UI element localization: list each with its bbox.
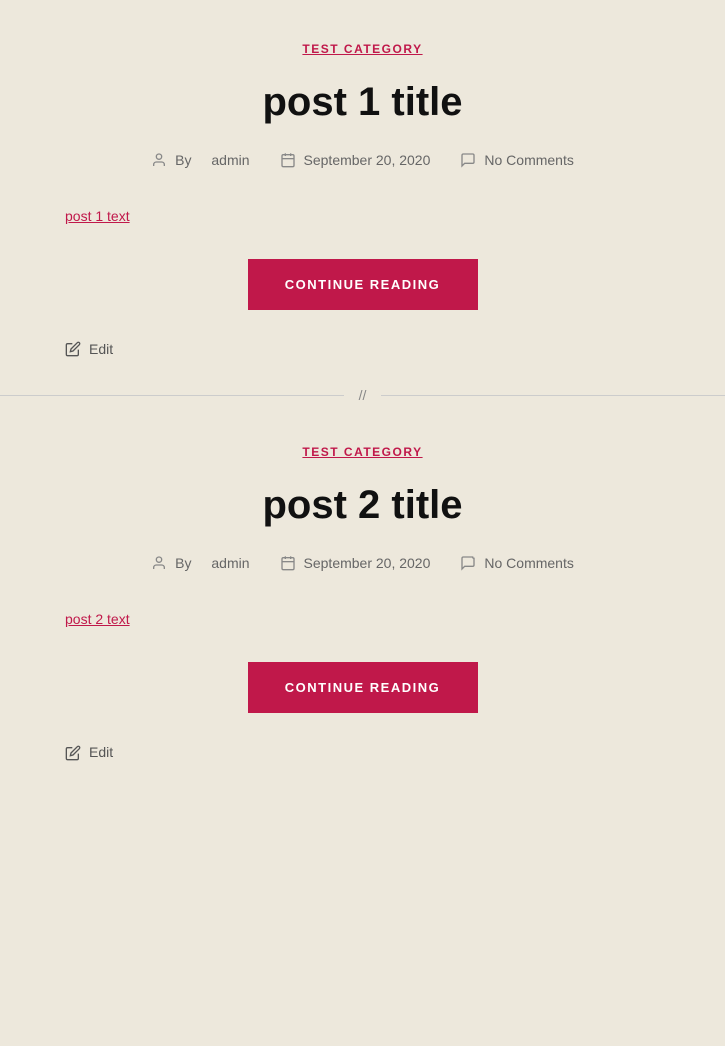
post-2-title: post 2 title [65,481,660,529]
divider-text: // [344,387,382,403]
post-1-excerpt: post 1 text [65,208,660,224]
edit-icon [65,340,81,357]
post-2-author-item: By admin [151,554,249,571]
post-1-comments: No Comments [484,152,573,168]
post-1-edit[interactable]: Edit [65,340,660,357]
calendar-icon [280,151,296,168]
post-divider: // [0,387,725,403]
post-1-category-link[interactable]: TEST CATEGORY [302,42,422,56]
post-2-comments: No Comments [484,555,573,571]
post-2-continue-reading-button[interactable]: CONTINUE READING [248,662,478,713]
post-2-date-item: September 20, 2020 [280,554,431,571]
comment-icon-2 [460,554,476,571]
post-2-date: September 20, 2020 [304,555,431,571]
divider-line-left [0,395,344,396]
post-2-author-prefix: By [175,555,191,571]
comment-icon [460,151,476,168]
post-2-author[interactable]: admin [211,555,249,571]
posts-container: TEST CATEGORY post 1 title By admin [0,0,725,791]
post-2-edit[interactable]: Edit [65,743,660,760]
post-1-edit-label[interactable]: Edit [89,341,113,357]
post-1-date-item: September 20, 2020 [280,151,431,168]
divider-line-right [381,395,725,396]
calendar-icon-2 [280,554,296,571]
post-2-meta: By admin September 20, 2020 [65,554,660,571]
post-2-excerpt: post 2 text [65,611,660,627]
post-article-2: TEST CATEGORY post 2 title By admin [0,403,725,790]
post-2-category[interactable]: TEST CATEGORY [65,443,660,461]
post-2-edit-label[interactable]: Edit [89,744,113,760]
post-article-1: TEST CATEGORY post 1 title By admin [0,0,725,387]
post-1-category[interactable]: TEST CATEGORY [65,40,660,58]
post-2-comments-item: No Comments [460,554,573,571]
post-1-title: post 1 title [65,78,660,126]
post-1-meta: By admin September 20, 2020 [65,151,660,168]
post-1-continue-reading-button[interactable]: CONTINUE READING [248,259,478,310]
post-1-author[interactable]: admin [211,152,249,168]
author-icon-2 [151,554,167,571]
post-1-author-prefix: By [175,152,191,168]
post-1-date: September 20, 2020 [304,152,431,168]
edit-icon-2 [65,743,81,760]
post-1-comments-item: No Comments [460,151,573,168]
author-icon [151,151,167,168]
post-1-author-item: By admin [151,151,249,168]
post-2-category-link[interactable]: TEST CATEGORY [302,445,422,459]
